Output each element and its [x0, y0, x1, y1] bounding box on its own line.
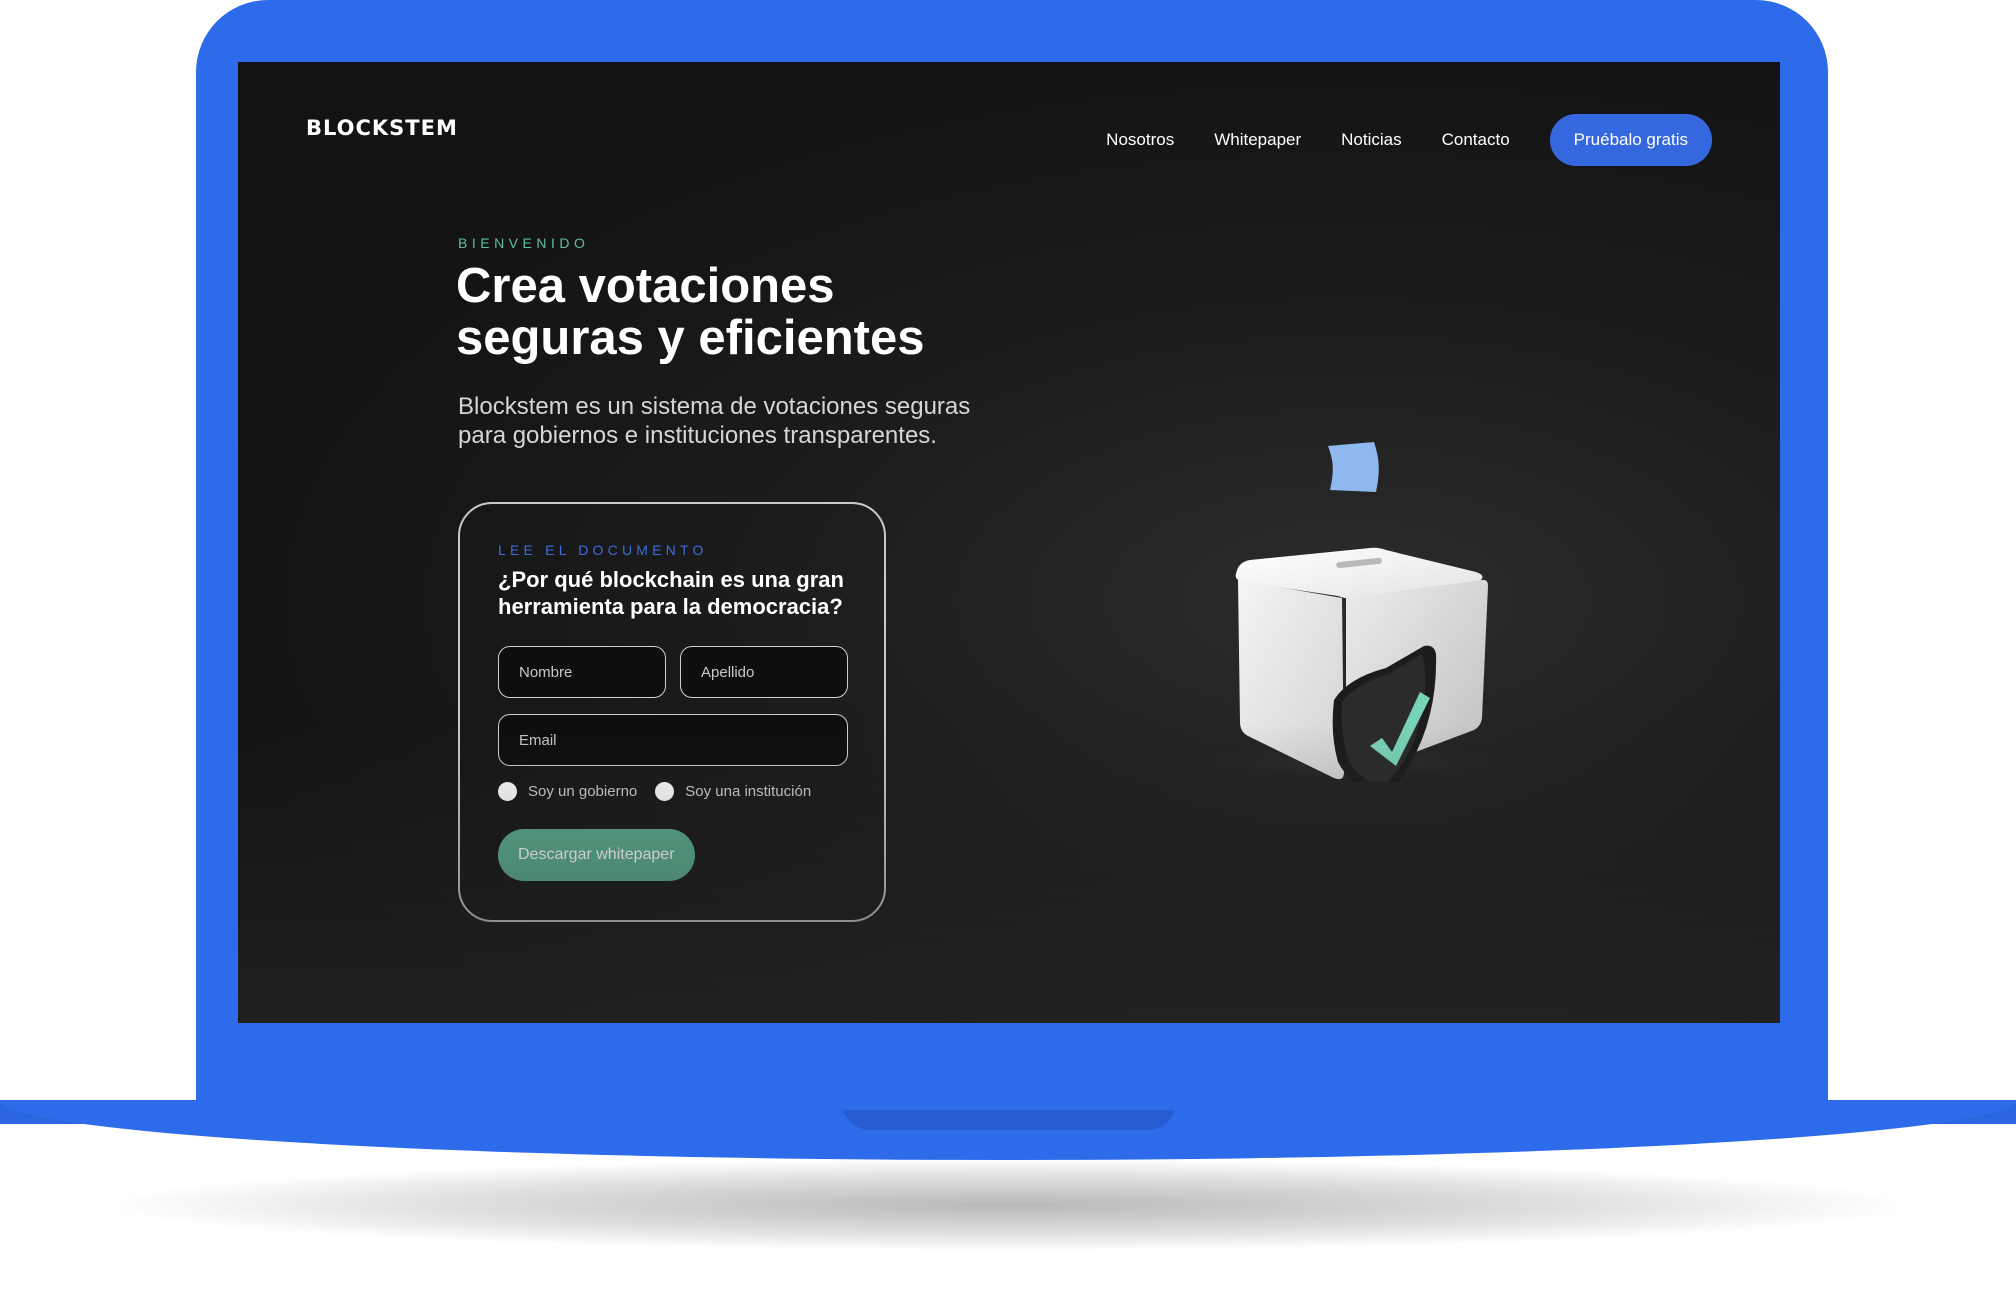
hero-title-line-1: Crea votaciones — [456, 259, 835, 313]
email-input[interactable]: Email — [498, 714, 848, 766]
radio-label-institucion: Soy una institución — [685, 783, 812, 800]
radio-circle[interactable] — [498, 782, 517, 801]
nav-link-whitepaper[interactable]: Whitepaper — [1214, 130, 1301, 150]
hero-subtitle: Blockstem es un sistema de votaciones se… — [458, 392, 1058, 450]
entity-type-radio-group: Soy un gobierno Soy una institución — [498, 782, 829, 801]
form-title-line-1: ¿Por qué blockchain es una gran — [498, 567, 844, 592]
radio-option-gobierno[interactable]: Soy un gobierno — [498, 782, 637, 801]
ballot-paper — [1328, 442, 1379, 492]
radio-option-institucion[interactable]: Soy una institución — [655, 782, 811, 801]
radio-circle[interactable] — [655, 782, 675, 801]
main-nav: Nosotros Whitepaper Noticias Contacto Pr… — [1106, 114, 1712, 166]
hero-title: Crea votaciones seguras y eficientes — [456, 260, 1056, 364]
ballot-box-shield-check-icon — [1143, 442, 1558, 782]
hero-title-line-2: seguras y eficientes — [456, 311, 925, 365]
first-name-placeholder: Nombre — [519, 663, 573, 681]
laptop-mockup: BLOCKSTEM Nosotros Whitepaper Noticias C… — [0, 0, 2016, 1292]
hero-subtitle-line-1: Blockstem es un sistema de votaciones se… — [458, 393, 971, 420]
last-name-placeholder: Apellido — [701, 663, 755, 681]
form-eyebrow: LEE EL DOCUMENTO — [498, 542, 708, 558]
nav-link-contacto[interactable]: Contacto — [1442, 130, 1510, 150]
email-placeholder: Email — [519, 731, 557, 749]
form-title-line-2: herramienta para la democracia? — [498, 594, 843, 619]
hero-subtitle-line-2: para gobiernos e instituciones transpare… — [458, 422, 937, 449]
nav-link-noticias[interactable]: Noticias — [1341, 130, 1401, 150]
first-name-input[interactable]: Nombre — [498, 646, 666, 698]
download-whitepaper-button[interactable]: Descargar whitepaper — [498, 829, 695, 881]
last-name-input[interactable]: Apellido — [680, 646, 848, 698]
hero-eyebrow: BIENVENIDO — [458, 235, 590, 251]
whitepaper-form-card: LEE EL DOCUMENTO ¿Por qué blockchain es … — [458, 502, 886, 922]
landing-page-screen: BLOCKSTEM Nosotros Whitepaper Noticias C… — [238, 62, 1780, 1023]
form-title: ¿Por qué blockchain es una gran herramie… — [498, 566, 868, 620]
try-free-button[interactable]: Pruébalo gratis — [1549, 114, 1712, 166]
nav-link-nosotros[interactable]: Nosotros — [1106, 130, 1174, 150]
device-shadow — [120, 1160, 1896, 1250]
radio-label-gobierno: Soy un gobierno — [528, 783, 638, 800]
laptop-lid: BLOCKSTEM Nosotros Whitepaper Noticias C… — [196, 0, 1828, 1110]
brand-logo[interactable]: BLOCKSTEM — [306, 116, 458, 140]
